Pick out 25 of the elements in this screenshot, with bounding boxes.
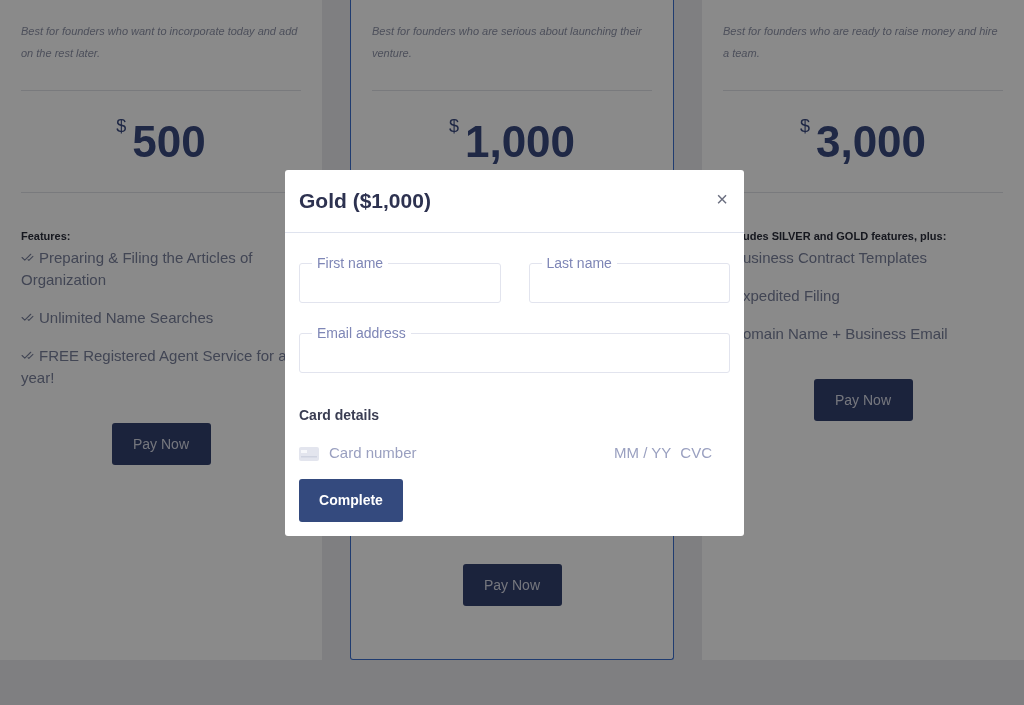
feature-item: omain Name + Business Email	[743, 324, 949, 344]
features-heading: udes SILVER and GOLD features, plus:	[743, 229, 948, 243]
pay-now-button[interactable]: Pay Now	[462, 564, 562, 606]
card-field[interactable]: Card number MM / YY CVC	[299, 441, 730, 466]
plan-price: 3,000	[815, 121, 927, 162]
feature-item: xpedited Filing	[743, 286, 841, 306]
currency-symbol: $	[116, 115, 127, 136]
plan-description: Best for founders who are serious about launching their venture.	[372, 24, 643, 61]
currency-symbol: $	[799, 115, 810, 136]
plan-price: 500	[132, 121, 206, 162]
dialog-title: Gold ($1,000)	[299, 187, 431, 214]
complete-button[interactable]: Complete	[299, 478, 403, 522]
pay-now-button[interactable]: Pay Now	[813, 379, 913, 421]
currency-symbol: $	[448, 115, 459, 136]
pay-now-button[interactable]: Pay Now	[111, 423, 211, 465]
plan-price: 1,000	[464, 121, 576, 162]
close-button[interactable]: ×	[716, 188, 728, 209]
features-heading: Features:	[21, 229, 72, 243]
credit-card-icon	[299, 446, 319, 461]
field-label: Email address	[312, 324, 411, 341]
card-details-heading: Card details	[299, 405, 381, 425]
field-label: First name	[312, 254, 389, 271]
feature-item: usiness Contract Templates	[743, 248, 928, 268]
plan-description: Best for founders who want to incorporate today and add on the rest later.	[21, 24, 299, 61]
plan-description: Best for founders who are ready to raise money and hire a team.	[723, 24, 999, 61]
